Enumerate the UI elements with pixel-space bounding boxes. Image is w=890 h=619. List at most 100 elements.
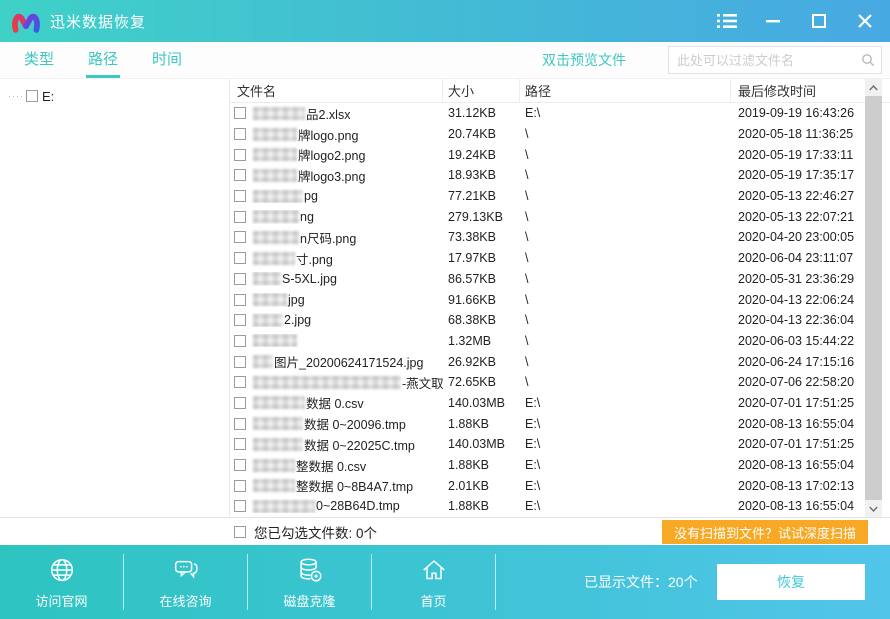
row-checkbox[interactable]	[234, 500, 246, 512]
tab-type[interactable]: 类型	[22, 42, 56, 78]
drive-label: E:	[42, 89, 54, 104]
files-shown-label: 已显示文件：20个	[584, 572, 698, 592]
cell-path: \	[520, 334, 731, 348]
column-header-size[interactable]: 大小	[443, 79, 520, 102]
preview-hint-text: 双击预览文件	[542, 50, 626, 70]
vertical-scrollbar[interactable]	[865, 79, 882, 517]
filename-text: 牌logo.png	[298, 125, 358, 144]
minimize-icon[interactable]	[762, 10, 784, 32]
scroll-up-icon[interactable]	[865, 79, 882, 96]
cell-size: 1.88KB	[443, 458, 520, 472]
cell-path: E:\	[520, 479, 731, 493]
maximize-icon[interactable]	[808, 10, 830, 32]
filename-text: 整数据 0.csv	[296, 456, 366, 475]
file-row[interactable]: pg77.21KB\2020-05-13 22:46:27	[230, 186, 890, 207]
row-checkbox[interactable]	[234, 314, 246, 326]
file-row[interactable]: 数据 0~22025C.tmp140.03MBE:\2020-07-01 17:…	[230, 434, 890, 455]
chat-icon	[171, 555, 201, 585]
file-row[interactable]: 整数据 0.csv1.88KBE:\2020-08-13 16:55:04	[230, 455, 890, 476]
row-checkbox[interactable]	[234, 149, 246, 161]
file-row[interactable]: 牌logo.png20.74KB\2020-05-18 11:36:25	[230, 124, 890, 145]
file-row[interactable]: 牌logo3.png18.93KB\2020-05-19 17:35:17	[230, 165, 890, 186]
row-checkbox[interactable]	[234, 335, 246, 347]
cell-path: \	[520, 313, 731, 327]
scroll-down-icon[interactable]	[865, 500, 882, 517]
redacted-filename-part	[253, 417, 303, 430]
recover-button[interactable]: 恢复	[717, 564, 865, 600]
redacted-filename-part	[253, 355, 273, 368]
nav-official-site[interactable]: 访问官网	[0, 554, 124, 610]
row-checkbox[interactable]	[234, 190, 246, 202]
nav-home[interactable]: 首页	[372, 554, 496, 610]
nav-label: 访问官网	[35, 591, 87, 610]
column-header-path[interactable]: 路径	[520, 79, 731, 102]
file-row[interactable]: 整数据 0~8B4A7.tmp2.01KBE:\2020-08-13 17:02…	[230, 475, 890, 496]
file-row[interactable]: 2.jpg68.38KB\2020-04-13 22:36:04	[230, 310, 890, 331]
row-checkbox[interactable]	[234, 294, 246, 306]
redacted-filename-part	[253, 169, 297, 182]
drive-tree-item-e[interactable]: ···· E:	[0, 86, 229, 106]
row-checkbox[interactable]	[234, 480, 246, 492]
deep-scan-button[interactable]: 没有扫描到文件？试试深度扫描	[662, 520, 868, 544]
app-window: 迅米数据恢复 类型 路径 时间	[0, 0, 890, 619]
column-header-filename[interactable]: 文件名	[230, 79, 443, 102]
filename-filter-input[interactable]	[677, 53, 861, 68]
tab-path[interactable]: 路径	[86, 42, 120, 78]
cell-filename: jpg	[230, 293, 443, 307]
file-row[interactable]: 品2.xlsx31.12KBE:\2019-09-19 16:43:26	[230, 103, 890, 124]
file-row[interactable]: -燕文取...72.65KB\2020-07-06 22:58:20	[230, 372, 890, 393]
cell-path: \	[520, 210, 731, 224]
file-rows: 品2.xlsx31.12KBE:\2019-09-19 16:43:26牌log…	[230, 103, 890, 517]
row-checkbox[interactable]	[234, 438, 246, 450]
cell-filename	[230, 334, 443, 347]
selected-count-label: 您已勾选文件数: 0个	[254, 522, 377, 542]
redacted-filename-part	[253, 128, 297, 141]
row-checkbox[interactable]	[234, 231, 246, 243]
nav-online-support[interactable]: 在线咨询	[124, 554, 248, 610]
cell-size: 18.93KB	[443, 168, 520, 182]
redacted-filename-part	[253, 314, 283, 327]
file-row[interactable]: 0~28B64D.tmp1.88KBE:\2020-08-13 16:55:04	[230, 496, 890, 517]
filename-text: jpg	[288, 293, 305, 307]
main-content: ···· E: 文件名 大小 路径 最后修改时间 品2.xlsx31.12KBE…	[0, 78, 890, 517]
file-row[interactable]: ng279.13KB\2020-05-13 22:07:21	[230, 206, 890, 227]
row-checkbox[interactable]	[234, 169, 246, 181]
file-row[interactable]: 图片_20200624171524.jpg26.92KB\2020-06-24 …	[230, 351, 890, 372]
drive-checkbox[interactable]	[26, 90, 38, 102]
cell-path: \	[520, 168, 731, 182]
select-all-checkbox[interactable]	[234, 526, 246, 538]
file-row[interactable]: 数据 0~20096.tmp1.88KBE:\2020-08-13 16:55:…	[230, 413, 890, 434]
row-checkbox[interactable]	[234, 128, 246, 140]
cell-filename: 牌logo2.png	[230, 145, 443, 164]
row-checkbox[interactable]	[234, 211, 246, 223]
row-checkbox[interactable]	[234, 397, 246, 409]
nav-label: 在线咨询	[159, 591, 211, 610]
file-row[interactable]: 数据 0.csv140.03MBE:\2020-07-01 17:51:25	[230, 393, 890, 414]
file-row[interactable]: 寸.png17.97KB\2020-06-04 23:11:07	[230, 248, 890, 269]
row-checkbox[interactable]	[234, 418, 246, 430]
row-checkbox[interactable]	[234, 356, 246, 368]
file-row[interactable]: jpg91.66KB\2020-04-13 22:06:24	[230, 289, 890, 310]
search-icon[interactable]	[861, 53, 875, 67]
tab-time[interactable]: 时间	[150, 42, 184, 78]
file-row[interactable]: 牌logo2.png19.24KB\2020-05-19 17:33:11	[230, 144, 890, 165]
row-checkbox[interactable]	[234, 252, 246, 264]
file-row[interactable]: 1.32MB\2020-06-03 15:44:22	[230, 331, 890, 352]
nav-label: 磁盘克隆	[283, 591, 335, 610]
drive-tree-panel: ···· E:	[0, 79, 230, 517]
cell-path: \	[520, 375, 731, 389]
close-icon[interactable]	[854, 10, 876, 32]
filename-text: 整数据 0~8B4A7.tmp	[296, 476, 413, 495]
scrollbar-thumb[interactable]	[865, 96, 882, 500]
tree-branch-dots: ····	[8, 91, 24, 101]
app-logo-icon	[10, 8, 42, 35]
row-checkbox[interactable]	[234, 273, 246, 285]
redacted-filename-part	[253, 376, 401, 389]
file-row[interactable]: S-5XL.jpg86.57KB\2020-05-31 23:36:29	[230, 269, 890, 290]
row-checkbox[interactable]	[234, 376, 246, 388]
row-checkbox[interactable]	[234, 107, 246, 119]
menu-list-icon[interactable]	[716, 10, 738, 32]
nav-disk-clone[interactable]: 磁盘克隆	[248, 554, 372, 610]
file-row[interactable]: n尺码.png73.38KB\2020-04-20 23:00:05	[230, 227, 890, 248]
row-checkbox[interactable]	[234, 459, 246, 471]
